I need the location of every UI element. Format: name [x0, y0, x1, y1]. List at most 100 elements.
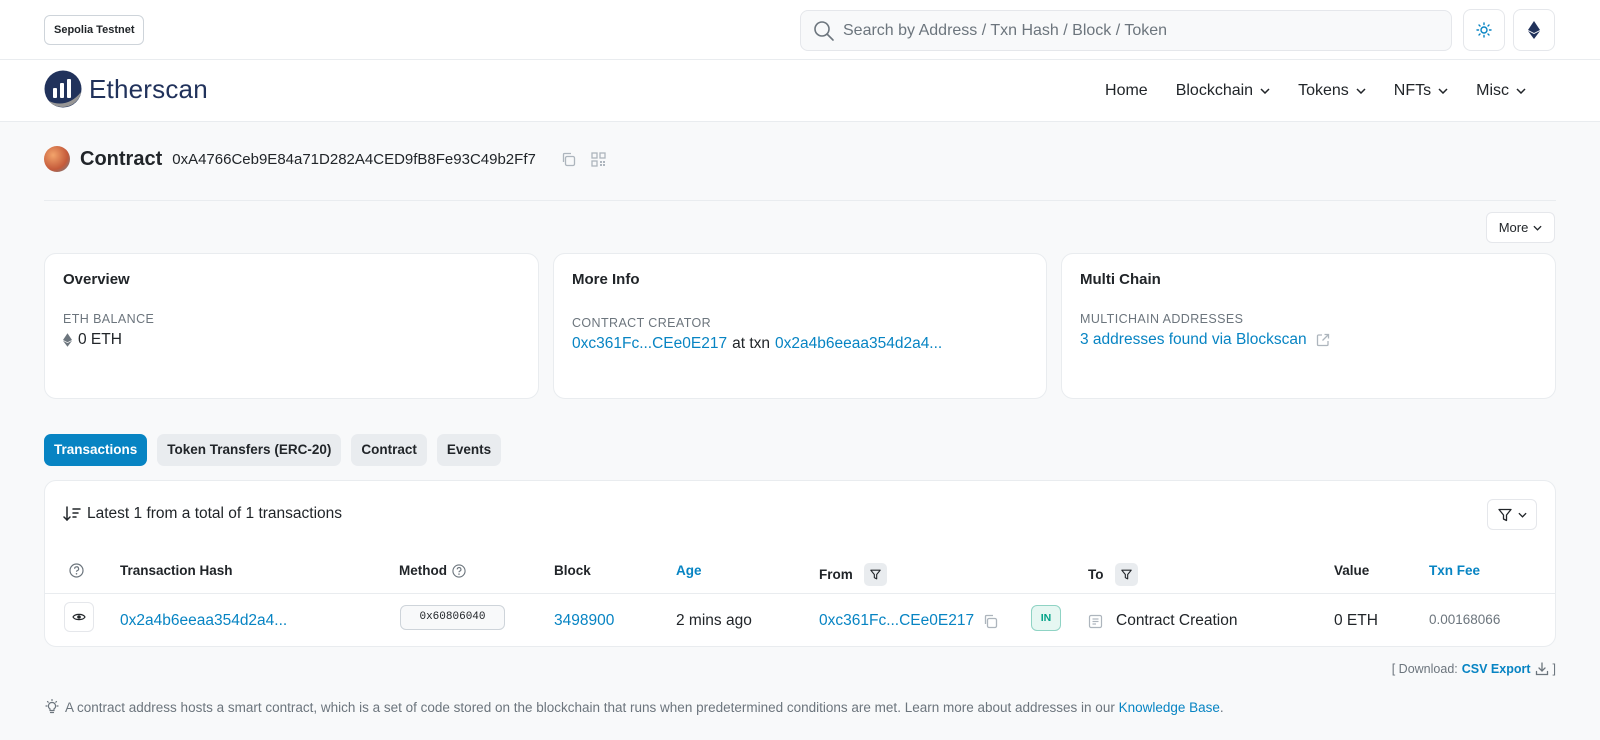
search-icon	[814, 21, 834, 41]
contract-address: 0xA4766Ceb9E84a71D282A4CED9fB8Fe93C49b2F…	[172, 150, 536, 168]
transactions-table-card: Latest 1 from a total of 1 transactions …	[44, 480, 1556, 647]
lightbulb-icon	[45, 699, 59, 714]
chevron-down-icon	[1533, 225, 1542, 231]
column-info-icon-cell[interactable]	[69, 563, 84, 578]
contract-avatar	[44, 146, 70, 172]
multi-chain-card: Multi Chain MULTICHAIN ADDRESSES 3 addre…	[1061, 253, 1556, 399]
contract-creator-label: CONTRACT CREATOR	[572, 316, 712, 330]
theme-toggle-button[interactable]	[1463, 9, 1505, 51]
chevron-down-icon	[1516, 88, 1526, 94]
nav-misc[interactable]: Misc	[1462, 82, 1540, 100]
contract-file-icon	[1088, 614, 1103, 628]
nav-tokens[interactable]: Tokens	[1284, 82, 1380, 100]
etherscan-logo[interactable]: Etherscan	[44, 70, 208, 108]
header-method-label: Method	[399, 563, 447, 578]
download-suffix: ]	[1552, 662, 1556, 676]
eth-balance-value: 0 ETH	[78, 331, 122, 348]
nav-menu: Home Blockchain Tokens NFTs Misc	[1091, 60, 1540, 122]
nav-nfts[interactable]: NFTs	[1380, 82, 1462, 100]
at-txn-text: at txn	[732, 335, 771, 352]
transactions-summary: Latest 1 from a total of 1 transactions	[63, 505, 342, 523]
to-filter-button[interactable]	[1114, 563, 1138, 586]
copy-from-button[interactable]	[983, 614, 998, 629]
footnote-text: A contract address hosts a smart contrac…	[65, 700, 1224, 715]
nav-blockchain[interactable]: Blockchain	[1162, 82, 1284, 100]
tab-contract[interactable]: Contract	[351, 434, 427, 466]
to-value: Contract Creation	[1116, 612, 1238, 629]
tab-events[interactable]: Events	[436, 434, 502, 466]
multi-chain-title: Multi Chain	[1080, 271, 1161, 288]
search-box[interactable]	[800, 10, 1452, 51]
csv-export-link[interactable]: CSV Export	[1462, 662, 1531, 676]
etherscan-logo-icon	[44, 70, 82, 108]
footnote-body: A contract address hosts a smart contrac…	[65, 699, 1115, 715]
direction-badge: IN	[1031, 605, 1061, 631]
block-link[interactable]: 3498900	[554, 612, 614, 630]
download-bar: [ Download: CSV Export ]	[1392, 662, 1556, 676]
nav-nfts-label: NFTs	[1393, 82, 1432, 99]
contract-header: Contract 0xA4766Ceb9E84a71D282A4CED9fB8F…	[44, 146, 610, 172]
preview-button[interactable]	[64, 602, 94, 632]
search-input[interactable]	[843, 11, 1433, 50]
header-value: Value	[1334, 563, 1370, 578]
creation-txn-link[interactable]: 0x2a4b6eeaa354d2a4...	[775, 335, 942, 353]
header-block: Block	[554, 563, 591, 578]
header-to: To	[1088, 563, 1138, 586]
summary-text: Latest 1 from a total of 1 transactions	[87, 505, 343, 522]
more-info-card: More Info CONTRACT CREATOR 0xc361Fc...CE…	[553, 253, 1047, 399]
download-icon	[1535, 662, 1548, 676]
network-badge[interactable]: Sepolia Testnet	[44, 15, 145, 45]
header-txn-fee[interactable]: Txn Fee	[1429, 563, 1480, 578]
eth-balance-label: ETH BALANCE	[63, 312, 155, 326]
contract-creator: 0xc361Fc...CEe0E217 at txn 0x2a4b6eeaa35…	[572, 335, 1028, 353]
eth-balance: 0 ETH	[63, 331, 520, 349]
nav-tokens-label: Tokens	[1298, 82, 1349, 99]
more-label: More	[1498, 220, 1529, 235]
header-from: From	[819, 563, 887, 586]
logo-text: Etherscan	[89, 73, 208, 104]
top-bar: Sepolia Testnet	[0, 0, 1600, 60]
main-navbar: Etherscan Home Blockchain Tokens NFTs Mi…	[0, 60, 1600, 122]
copy-icon	[984, 614, 998, 628]
qr-code-icon	[591, 151, 606, 167]
copy-icon	[563, 152, 576, 166]
knowledge-base-link[interactable]: Knowledge Base	[1119, 700, 1220, 715]
nav-misc-label: Misc	[1476, 82, 1509, 99]
info-footnote: A contract address hosts a smart contrac…	[44, 699, 1224, 715]
filter-icon	[1497, 508, 1512, 521]
header-method: Method	[399, 563, 466, 578]
method-badge: 0x60806040	[400, 605, 505, 630]
creator-address-link[interactable]: 0xc361Fc...CEe0E217	[572, 335, 727, 353]
sort-descending-icon	[63, 506, 81, 522]
nav-blockchain-label: Blockchain	[1175, 82, 1254, 99]
overview-card: Overview ETH BALANCE 0 ETH	[44, 253, 539, 399]
network-switch-button[interactable]	[1513, 9, 1555, 51]
from-filter-button[interactable]	[863, 563, 887, 586]
copy-address-button[interactable]	[558, 148, 580, 170]
header-from-label: From	[819, 567, 853, 582]
table-filter-button[interactable]	[1487, 499, 1537, 530]
help-circle-icon[interactable]	[452, 563, 466, 578]
qr-code-button[interactable]	[588, 148, 610, 170]
chevron-down-icon	[1356, 88, 1366, 94]
age-value: 2 mins ago	[676, 612, 752, 629]
ethereum-icon	[63, 333, 72, 347]
page-title: Contract	[80, 147, 163, 170]
tab-bar: Transactions Token Transfers (ERC-20) Co…	[44, 434, 502, 466]
eye-icon	[72, 613, 86, 621]
blockscan-link[interactable]: 3 addresses found via Blockscan	[1080, 331, 1307, 349]
sun-icon	[1476, 22, 1492, 38]
from-address-link[interactable]: 0xc361Fc...CEe0E217	[819, 612, 974, 630]
header-age[interactable]: Age	[676, 563, 702, 578]
multichain-addresses: 3 addresses found via Blockscan	[1080, 331, 1537, 349]
tab-transactions[interactable]: Transactions	[44, 434, 148, 466]
filter-icon	[1120, 569, 1132, 580]
filter-icon	[869, 569, 881, 580]
download-prefix: [ Download:	[1391, 662, 1458, 676]
help-circle-icon	[69, 563, 84, 578]
tab-token-transfers[interactable]: Token Transfers (ERC-20)	[157, 434, 342, 466]
txn-hash-link[interactable]: 0x2a4b6eeaa354d2a4...	[120, 612, 287, 630]
external-link-icon	[1316, 333, 1329, 347]
nav-home[interactable]: Home	[1091, 82, 1162, 100]
more-dropdown-button[interactable]: More	[1486, 212, 1555, 243]
